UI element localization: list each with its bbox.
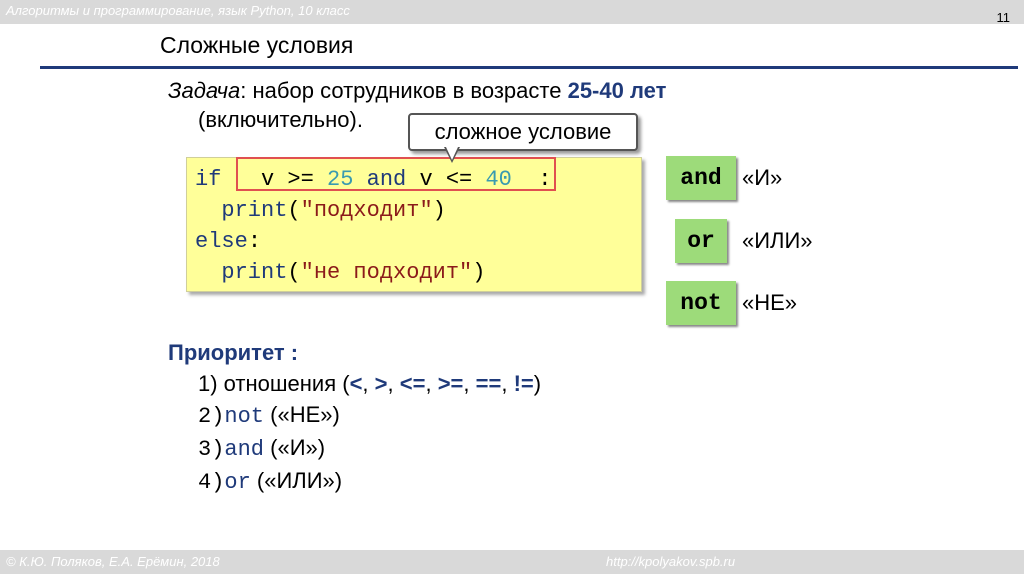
header-bar: Алгоритмы и программирование, язык Pytho… <box>0 0 1024 24</box>
callout-complex-condition: сложное условие <box>408 113 638 151</box>
priority-heading: Приоритет : <box>168 340 299 365</box>
operator-and-badge: and <box>666 156 736 200</box>
condition-highlight-box <box>236 157 556 191</box>
operator-not-badge: not <box>666 281 736 325</box>
relation-op-ge: >= <box>437 371 464 396</box>
code-print1-fn: print <box>221 198 288 223</box>
priority-item-3-text: («И») <box>264 435 326 460</box>
priority-item-3-op: and <box>224 437 265 462</box>
priority-section: Приоритет : 1) отношения (<, >, <=, >=, … <box>168 337 541 498</box>
footer-copyright: © К.Ю. Поляков, Е.А. Ерёмин, 2018 <box>6 554 220 569</box>
code-print2-fn: print <box>221 260 288 285</box>
relation-op-gt: > <box>374 371 388 396</box>
code-if-keyword: if <box>195 167 222 192</box>
footer-bar: © К.Ю. Поляков, Е.А. Ерёмин, 2018 http:/… <box>0 550 1024 574</box>
operator-or-badge: or <box>675 219 727 263</box>
priority-item-1-prefix: 1) отношения ( <box>198 371 350 396</box>
priority-item-2-text: («НЕ») <box>264 402 340 427</box>
operator-and-meaning: «И» <box>742 165 783 190</box>
operator-or-meaning: «ИЛИ» <box>742 228 813 253</box>
priority-item-1-suffix: ) <box>533 371 542 396</box>
priority-item-1: 1) отношения (<, >, <=, >=, ==, !=) <box>198 371 542 396</box>
code-print1-str: "подходит" <box>300 198 433 223</box>
callout-pointer-fill <box>446 147 458 160</box>
task-text-before: : набор сотрудников в возрасте <box>240 78 568 103</box>
relation-op-le: <= <box>399 371 426 396</box>
code-else-keyword: else <box>195 229 248 254</box>
operator-not-meaning: «НЕ» <box>742 290 798 315</box>
code-else-colon: : <box>247 229 262 254</box>
course-title: Алгоритмы и программирование, язык Pytho… <box>6 3 350 18</box>
relation-op-eq: == <box>475 371 502 396</box>
task-range: 25-40 лет <box>567 78 667 103</box>
priority-item-4: 4)or («ИЛИ») <box>168 465 541 498</box>
priority-item-4-num: 4) <box>198 470 225 495</box>
task-label: Задача <box>168 78 241 103</box>
priority-item-2: 2)not («НЕ») <box>168 399 541 432</box>
slide-title: Сложные условия <box>160 32 354 58</box>
priority-item-3: 3)and («И») <box>168 432 541 465</box>
priority-item-4-op: or <box>224 470 251 495</box>
priority-item-4-text: («ИЛИ») <box>250 468 343 493</box>
priority-item-3-num: 3) <box>198 437 225 462</box>
footer-site-link[interactable]: http://kpolyakov.spb.ru <box>606 554 735 569</box>
relation-op-ne: != <box>513 371 534 396</box>
priority-item-2-num: 2) <box>198 404 225 429</box>
relation-op-lt: < <box>349 371 363 396</box>
slide-number: 11 <box>996 10 1011 25</box>
title-divider <box>40 66 1018 69</box>
code-print2-str: "не подходит" <box>300 260 473 285</box>
priority-item-2-op: not <box>224 404 265 429</box>
